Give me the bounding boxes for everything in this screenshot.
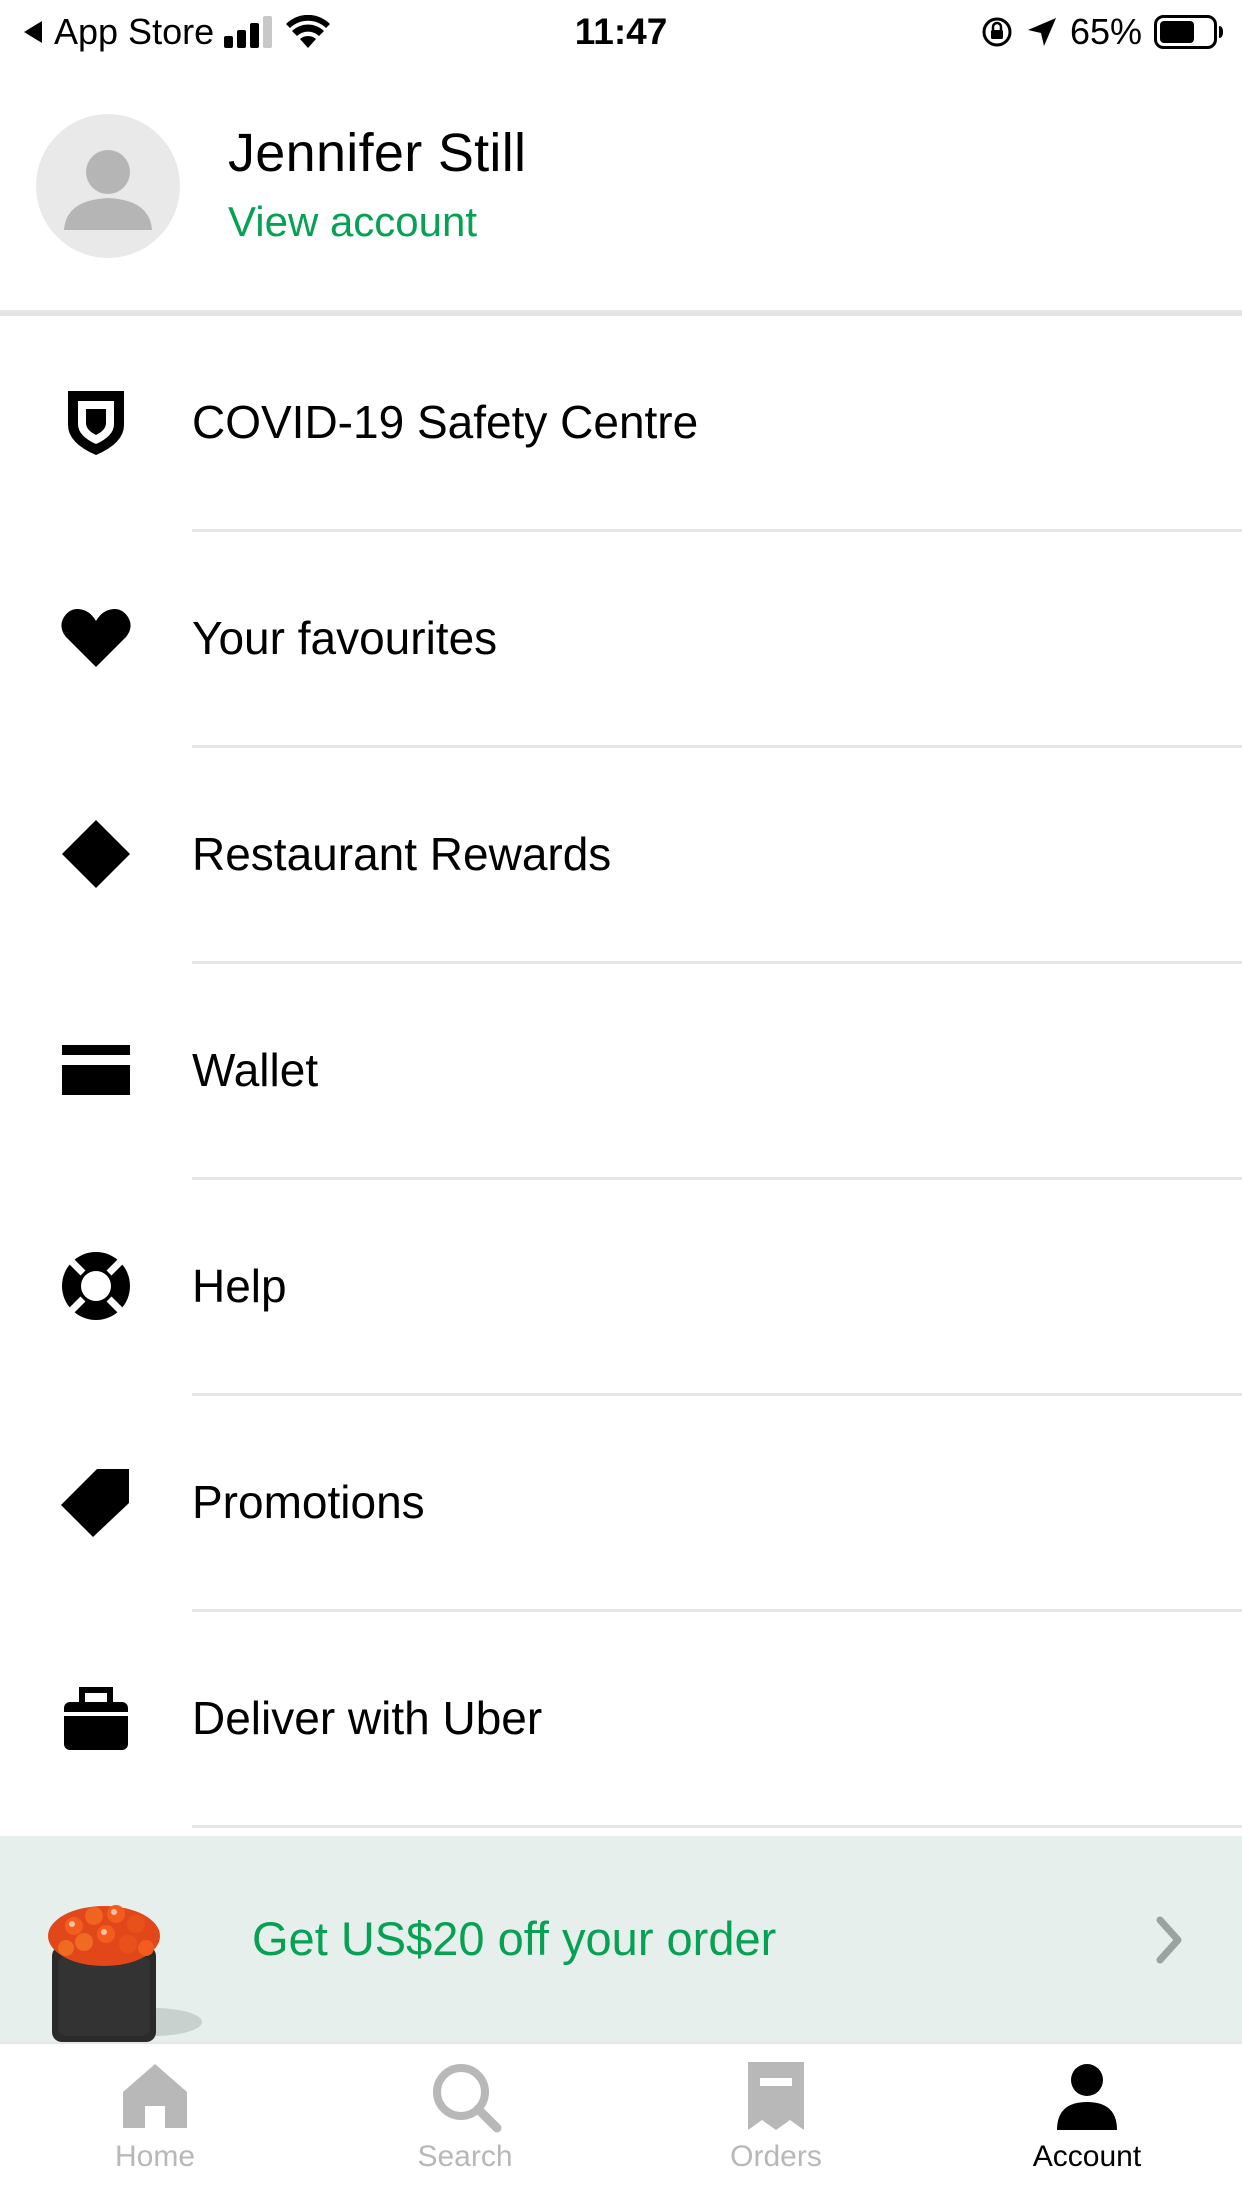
orientation-lock-icon xyxy=(982,17,1012,47)
shield-icon xyxy=(60,386,132,458)
profile-name: Jennifer Still xyxy=(228,123,527,183)
bottom-tab-bar: Home Search Orders Account xyxy=(0,2042,1242,2208)
account-menu: COVID-19 Safety Centre Your favourites R… xyxy=(0,316,1242,1828)
status-bar: App Store 11:47 65% xyxy=(0,0,1242,62)
person-placeholder-icon xyxy=(64,150,152,230)
chevron-right-icon xyxy=(1156,1916,1182,1964)
menu-item-label: Your favourites xyxy=(192,612,498,664)
menu-item-label: Restaurant Rewards xyxy=(192,828,612,880)
tab-label: Orders xyxy=(730,2140,822,2173)
divider xyxy=(192,1825,1242,1828)
menu-item-favourites[interactable]: Your favourites xyxy=(0,532,1242,748)
battery-percent: 65% xyxy=(1069,11,1142,52)
menu-item-label: Help xyxy=(192,1260,287,1312)
menu-item-label: Wallet xyxy=(192,1044,319,1096)
home-icon xyxy=(123,2064,187,2128)
tag-icon xyxy=(60,1466,132,1538)
bag-icon xyxy=(60,1682,132,1754)
view-account-link[interactable]: View account xyxy=(228,198,477,246)
promo-text: Get US$20 off your order xyxy=(252,1912,777,1965)
menu-item-help[interactable]: Help xyxy=(0,1180,1242,1396)
search-icon xyxy=(433,2064,502,2133)
diamond-icon xyxy=(60,818,132,890)
tab-label: Search xyxy=(417,2140,513,2173)
menu-item-covid-safety[interactable]: COVID-19 Safety Centre xyxy=(0,316,1242,532)
menu-item-wallet[interactable]: Wallet xyxy=(0,964,1242,1180)
sushi-image xyxy=(48,1905,202,2042)
heart-icon xyxy=(60,602,132,674)
receipt-icon xyxy=(748,2062,804,2130)
tab-label: Home xyxy=(114,2140,196,2173)
menu-item-label: Deliver with Uber xyxy=(192,1692,543,1744)
promo-banner[interactable]: Get US$20 off your order xyxy=(0,1836,1242,2042)
lifebuoy-icon xyxy=(60,1250,132,1322)
location-arrow-icon xyxy=(1027,18,1056,46)
profile-header: Jennifer Still View account xyxy=(0,100,1242,312)
menu-item-deliver-with-uber[interactable]: Deliver with Uber xyxy=(0,1612,1242,1828)
tab-account[interactable]: Account xyxy=(987,2058,1187,2198)
battery-icon xyxy=(1154,15,1223,49)
menu-item-label: Promotions xyxy=(192,1476,425,1528)
tab-orders[interactable]: Orders xyxy=(676,2058,876,2198)
menu-item-promotions[interactable]: Promotions xyxy=(0,1396,1242,1612)
menu-item-label: COVID-19 Safety Centre xyxy=(192,396,699,448)
avatar[interactable] xyxy=(36,114,180,258)
tab-home[interactable]: Home xyxy=(55,2058,255,2198)
tab-search[interactable]: Search xyxy=(365,2058,565,2198)
tab-label: Account xyxy=(1032,2140,1142,2173)
wallet-icon xyxy=(60,1034,132,1106)
status-bar-right: 65% xyxy=(980,10,1224,54)
person-icon xyxy=(1057,2064,1117,2130)
menu-item-restaurant-rewards[interactable]: Restaurant Rewards xyxy=(0,748,1242,964)
